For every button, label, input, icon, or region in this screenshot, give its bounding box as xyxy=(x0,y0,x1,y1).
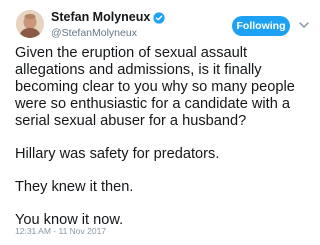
verified-badge-icon xyxy=(153,11,165,24)
avatar-image xyxy=(16,10,44,38)
tweet-text: Given the eruption of sexual assault all… xyxy=(15,45,315,229)
tweet-timestamp[interactable]: 12:31 AM - 11 Nov 2017 xyxy=(15,226,106,237)
user-handle[interactable]: @StefanMolyneux xyxy=(51,26,165,40)
tweet-line: Given the eruption of sexual assault xyxy=(15,45,248,61)
tweet-line: allegations and admissions, is it finall… xyxy=(15,62,262,78)
tweet-paragraph: Hillary was safety for predators. xyxy=(15,146,220,162)
tweet-line: becoming clear to you why so many people xyxy=(15,79,295,95)
display-name-row: Stefan Molyneux xyxy=(51,10,165,25)
avatar[interactable] xyxy=(16,10,44,38)
author-block: Stefan Molyneux @StefanMolyneux xyxy=(51,10,165,40)
display-name[interactable]: Stefan Molyneux xyxy=(51,10,150,25)
chevron-down-icon[interactable] xyxy=(298,20,310,30)
tweet-line: were so enthusiastic for a candidate wit… xyxy=(15,96,291,112)
tweet-line: serial sexual abuser for a husband? xyxy=(15,113,247,129)
tweet-paragraph: They knew it then. xyxy=(15,179,134,195)
tweet-card: Stefan Molyneux @StefanMolyneux Followin… xyxy=(0,0,320,245)
following-button[interactable]: Following xyxy=(232,16,290,36)
